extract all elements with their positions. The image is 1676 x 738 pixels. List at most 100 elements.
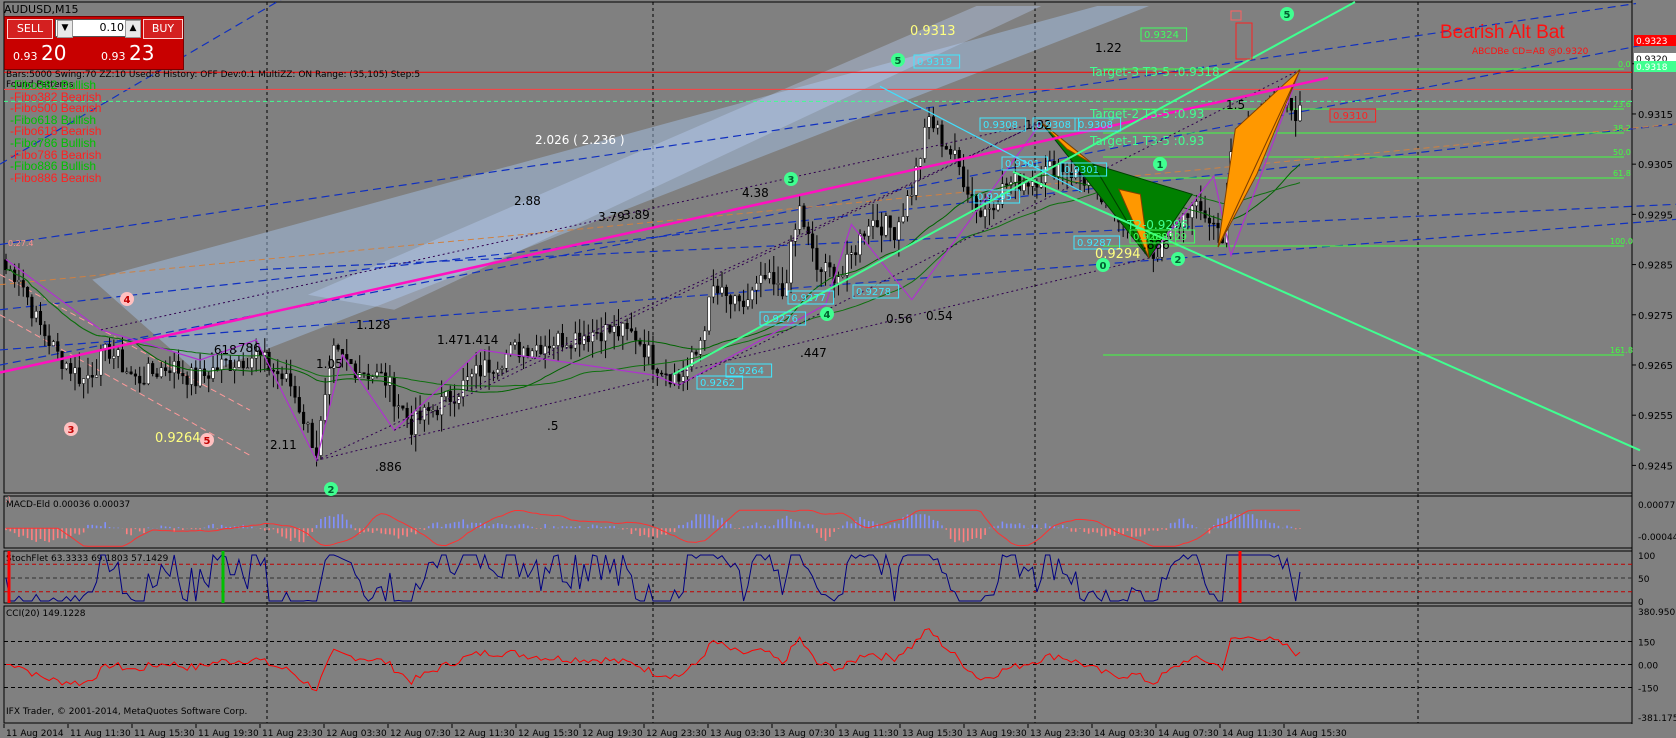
bear-candle xyxy=(772,272,776,285)
bear-candle xyxy=(560,333,564,348)
macd-histogram-bar xyxy=(268,528,270,531)
macd-histogram-bar xyxy=(1036,524,1038,529)
bear-candle xyxy=(780,283,784,297)
macd-histogram-bar xyxy=(1182,518,1185,529)
bull-candle xyxy=(388,377,392,386)
bull-candle xyxy=(513,341,517,346)
cci-axis-label: 0.00 xyxy=(1638,661,1658,671)
bull-candle xyxy=(198,368,202,387)
time-axis-label: 14 Aug 11:30 xyxy=(1222,729,1283,738)
macd-histogram-bar xyxy=(656,528,659,538)
cci-axis-label: -150 xyxy=(1638,685,1659,695)
time-axis-label: 13 Aug 23:30 xyxy=(1030,729,1091,738)
buy-button[interactable]: BUY xyxy=(143,19,183,39)
macd-histogram-bar xyxy=(1277,525,1280,529)
macd-histogram-bar xyxy=(18,528,20,537)
price-axis-label: 0.9285 xyxy=(1638,261,1673,272)
bull-candle xyxy=(440,396,444,416)
bear-candle xyxy=(608,324,612,333)
lot-increase-button[interactable]: ▲ xyxy=(125,20,141,38)
bull-candle xyxy=(220,358,224,370)
macd-histogram-bar xyxy=(1156,528,1159,531)
bull-candle xyxy=(1013,173,1017,183)
ratio-label: 1.414 xyxy=(464,333,498,347)
bear-candle xyxy=(979,210,983,217)
ratio-label: 1.05 xyxy=(316,357,343,371)
macd-histogram-bar xyxy=(328,515,331,529)
macd-histogram-bar xyxy=(574,527,577,529)
macd-histogram-bar xyxy=(26,528,29,539)
pattern-title: Bearish Alt Bat xyxy=(1440,22,1565,43)
bull-candle xyxy=(767,272,772,279)
bear-candle xyxy=(854,252,858,256)
bear-candle xyxy=(677,374,681,382)
chart-window[interactable]: 0.0 23.6 38.2 50.0 61.8 100.0 161.8 1.22 2.026 (… xyxy=(0,0,1676,738)
bear-candle xyxy=(819,269,823,272)
lot-decrease-button[interactable]: ▼ xyxy=(57,20,73,38)
bull-candle xyxy=(681,376,685,382)
macd-histogram-bar xyxy=(432,523,434,529)
macd-histogram-bar xyxy=(345,519,348,529)
macd-histogram-bar xyxy=(333,516,335,529)
macd-histogram-bar xyxy=(251,526,253,529)
bull-candle xyxy=(99,349,103,376)
bull-candle xyxy=(504,353,508,369)
macd-histogram-bar xyxy=(44,528,46,541)
bear-candle xyxy=(120,349,125,373)
macd-histogram-bar xyxy=(514,525,516,529)
bull-candle xyxy=(34,310,38,319)
bull-candle xyxy=(711,285,715,298)
bear-candle xyxy=(133,373,137,377)
bear-candle xyxy=(26,286,30,298)
bull-candle xyxy=(884,215,888,236)
macd-histogram-bar xyxy=(643,528,646,535)
bull-candle xyxy=(470,373,474,378)
macd-histogram-bar xyxy=(1023,525,1025,529)
price-tag: 0.9301 xyxy=(1064,165,1099,176)
macd-histogram-bar xyxy=(634,528,637,531)
macd-histogram-bar xyxy=(315,525,318,529)
ratio-label: 0.54 xyxy=(926,309,953,323)
macd-histogram-bar xyxy=(203,527,206,529)
bull-candle xyxy=(897,221,901,241)
macd-histogram-bar xyxy=(824,528,827,541)
macd-histogram-bar xyxy=(384,528,387,535)
macd-histogram-bar xyxy=(1243,514,1245,529)
time-axis-label: 13 Aug 11:30 xyxy=(838,729,899,738)
fibonacci-level-label: 38.2 xyxy=(1613,124,1631,133)
price-chart[interactable]: 0.0 23.6 38.2 50.0 61.8 100.0 161.8 1.22 2.026 (… xyxy=(0,0,1676,738)
macd-histogram-bar xyxy=(552,526,555,529)
sell-button[interactable]: SELL xyxy=(7,19,53,39)
bid-price[interactable]: 0.93 20 xyxy=(13,41,66,68)
macd-histogram-bar xyxy=(889,524,892,529)
bear-candle xyxy=(418,410,422,421)
macd-histogram-bar xyxy=(281,528,283,537)
macd-histogram-bar xyxy=(35,528,37,542)
macd-histogram-bar xyxy=(350,524,352,529)
bear-candle xyxy=(962,166,966,188)
macd-histogram-bar xyxy=(673,528,676,533)
bear-candle xyxy=(155,373,159,377)
macd-histogram-bar xyxy=(95,525,98,529)
macd-histogram-bar xyxy=(61,528,63,539)
bear-candle xyxy=(215,367,219,370)
macd-histogram-bar xyxy=(794,521,797,529)
macd-histogram-bar xyxy=(911,514,913,529)
bear-candle xyxy=(1289,97,1293,111)
wave-marker-label: 2 xyxy=(328,485,335,496)
price-tag: 0.9262 xyxy=(700,378,735,389)
macd-histogram-bar xyxy=(1152,528,1155,531)
macd-histogram-bar xyxy=(164,526,167,529)
ask-price[interactable]: 0.93 23 xyxy=(101,41,154,68)
macd-histogram-bar xyxy=(216,528,219,529)
bear-candle xyxy=(586,335,590,342)
bull-candle xyxy=(936,124,940,129)
bear-candle xyxy=(478,365,483,377)
fibonacci-level-label: 0.0 xyxy=(1618,60,1631,69)
macd-histogram-bar xyxy=(1040,528,1042,529)
bull-candle xyxy=(983,208,987,217)
macd-histogram-bar xyxy=(1049,526,1051,529)
price-tag: 0.9308 xyxy=(1078,120,1113,131)
bear-candle xyxy=(293,385,297,398)
bull-candle xyxy=(789,241,793,284)
